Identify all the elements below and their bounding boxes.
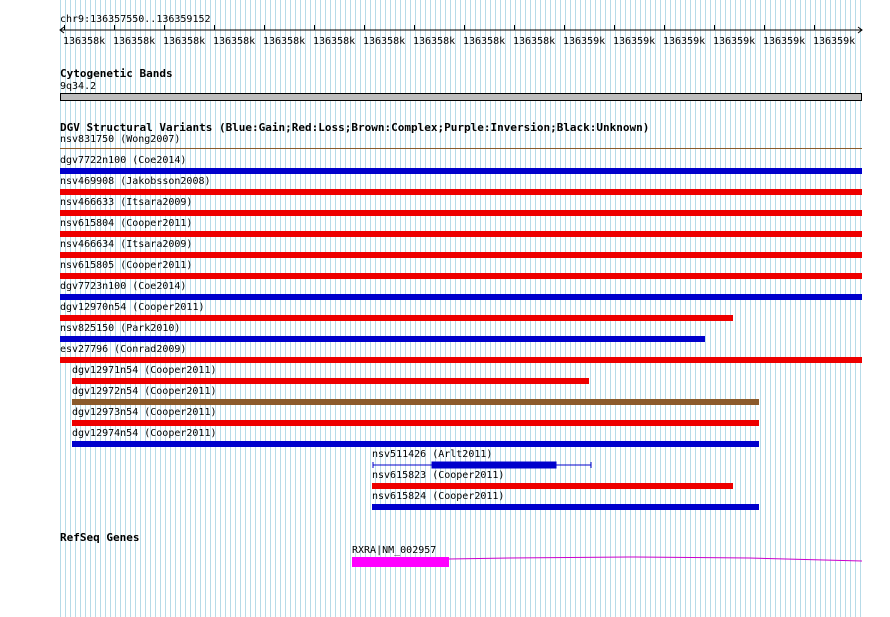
variant-label[interactable]: dgv12971n54 (Cooper2011) bbox=[72, 365, 217, 376]
variant-bar[interactable] bbox=[60, 357, 862, 363]
gene-label[interactable]: RXRA|NM_002957 bbox=[352, 545, 436, 556]
ruler-tick-label: 136359k bbox=[663, 36, 706, 47]
gene-exon[interactable] bbox=[352, 557, 449, 567]
variant-label[interactable]: dgv12972n54 (Cooper2011) bbox=[72, 386, 217, 397]
ruler-tick-label: 136358k bbox=[313, 36, 356, 47]
ruler-tick bbox=[364, 25, 365, 30]
variant-bar[interactable] bbox=[372, 483, 733, 489]
variant-bar[interactable] bbox=[60, 231, 862, 237]
ruler-tick bbox=[564, 25, 565, 30]
ruler-tick-label: 136359k bbox=[563, 36, 606, 47]
cytoband-bar[interactable] bbox=[60, 93, 862, 101]
ruler-tick bbox=[114, 25, 115, 30]
ruler-tick bbox=[414, 25, 415, 30]
ruler-tick-label: 136358k bbox=[163, 36, 206, 47]
ruler-tick-label: 136358k bbox=[263, 36, 306, 47]
variant-bar[interactable] bbox=[60, 294, 862, 300]
variant-bar[interactable] bbox=[60, 315, 733, 321]
variant-label[interactable]: nsv466633 (Itsara2009) bbox=[60, 197, 192, 208]
cytogenetic-title: Cytogenetic Bands bbox=[60, 67, 173, 80]
ruler-tick-label: 136359k bbox=[763, 36, 806, 47]
ruler-tick bbox=[64, 25, 65, 30]
ruler-tick bbox=[814, 25, 815, 30]
ruler-tick-label: 136358k bbox=[363, 36, 406, 47]
variant-label[interactable]: dgv12970n54 (Cooper2011) bbox=[60, 302, 205, 313]
variant-bar[interactable] bbox=[72, 441, 759, 447]
variant-label[interactable]: dgv12973n54 (Cooper2011) bbox=[72, 407, 217, 418]
variant-bar[interactable] bbox=[72, 420, 759, 426]
ruler-tick-label: 136359k bbox=[813, 36, 856, 47]
ruler-tick bbox=[314, 25, 315, 30]
variant-label[interactable]: nsv511426 (Arlt2011) bbox=[372, 449, 492, 460]
ruler-tick bbox=[464, 25, 465, 30]
ruler-arrows bbox=[59, 26, 863, 34]
ruler-tick-label: 136358k bbox=[213, 36, 256, 47]
variant-label[interactable]: nsv615805 (Cooper2011) bbox=[60, 260, 192, 271]
variant-bar[interactable] bbox=[60, 210, 862, 216]
gene-intron[interactable] bbox=[449, 553, 862, 565]
ruler-tick bbox=[264, 25, 265, 30]
ruler-tick bbox=[664, 25, 665, 30]
variant-bar[interactable] bbox=[60, 189, 862, 195]
cytoband-label: 9q34.2 bbox=[60, 81, 97, 92]
ruler-tick bbox=[214, 25, 215, 30]
variant-bar[interactable] bbox=[60, 252, 862, 258]
ruler-tick-label: 136358k bbox=[513, 36, 556, 47]
position-label: chr9:136357550..136359152 bbox=[60, 14, 211, 25]
ruler-tick-label: 136358k bbox=[463, 36, 506, 47]
ruler-tick-label: 136358k bbox=[413, 36, 456, 47]
refseq-title: RefSeq Genes bbox=[60, 531, 140, 544]
ruler-tick bbox=[514, 25, 515, 30]
variant-label[interactable]: dgv7722n100 (Coe2014) bbox=[60, 155, 186, 166]
variant-bar[interactable] bbox=[60, 273, 862, 279]
variant-bar[interactable] bbox=[60, 148, 862, 149]
variant-label[interactable]: esv27796 (Conrad2009) bbox=[60, 344, 186, 355]
variant-label[interactable]: nsv615804 (Cooper2011) bbox=[60, 218, 192, 229]
variant-label[interactable]: dgv7723n100 (Coe2014) bbox=[60, 281, 186, 292]
ruler-tick-label: 136359k bbox=[613, 36, 656, 47]
ruler-tick bbox=[164, 25, 165, 30]
variant-label[interactable]: nsv825150 (Park2010) bbox=[60, 323, 180, 334]
variant-bar[interactable] bbox=[72, 399, 759, 405]
ruler-tick bbox=[714, 25, 715, 30]
ruler-tick bbox=[614, 25, 615, 30]
variant-label[interactable]: nsv615823 (Cooper2011) bbox=[372, 470, 504, 481]
ruler-tick-label: 136358k bbox=[113, 36, 156, 47]
dgv-title: DGV Structural Variants (Blue:Gain;Red:L… bbox=[60, 121, 650, 134]
variant-bar[interactable] bbox=[72, 378, 589, 384]
variant-bar[interactable] bbox=[60, 336, 705, 342]
ruler-tick-label: 136358k bbox=[63, 36, 106, 47]
variant-label[interactable]: nsv615824 (Cooper2011) bbox=[372, 491, 504, 502]
variant-bar[interactable] bbox=[372, 504, 759, 510]
ruler-tick-label: 136359k bbox=[713, 36, 756, 47]
variant-label[interactable]: nsv466634 (Itsara2009) bbox=[60, 239, 192, 250]
variant-bar[interactable] bbox=[60, 168, 862, 174]
ruler-tick bbox=[764, 25, 765, 30]
variant-label[interactable]: nsv831750 (Wong2007) bbox=[60, 134, 180, 145]
variant-label[interactable]: dgv12974n54 (Cooper2011) bbox=[72, 428, 217, 439]
variant-label[interactable]: nsv469908 (Jakobsson2008) bbox=[60, 176, 211, 187]
